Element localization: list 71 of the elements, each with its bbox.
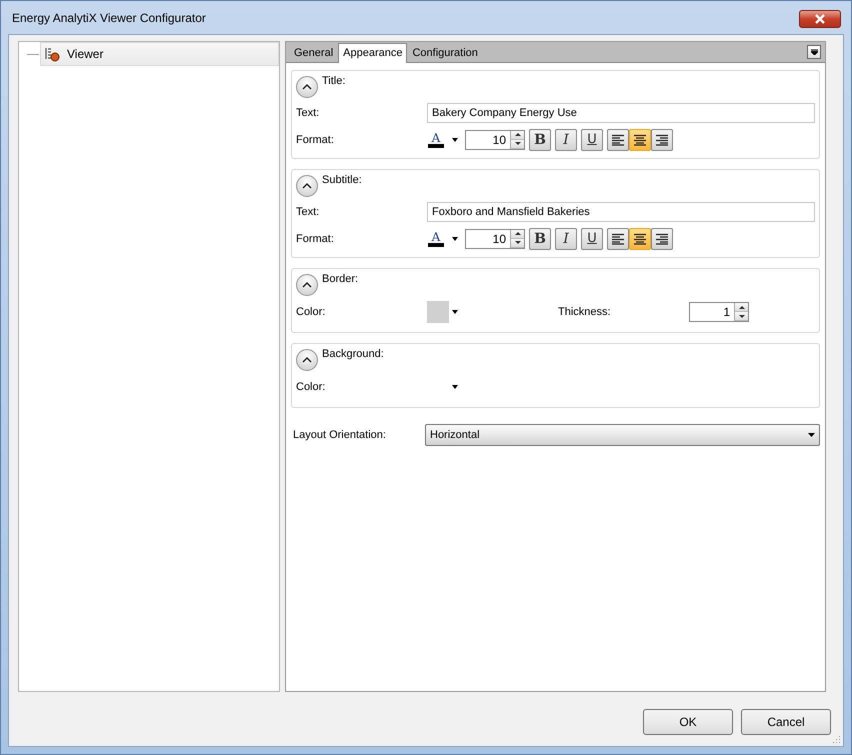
field-label: Layout Orientation: [293, 429, 387, 441]
align-button[interactable] [651, 128, 673, 150]
style-button[interactable]: B [529, 228, 551, 250]
field-label: Text: [296, 106, 320, 118]
font-size-field[interactable]: 10 [465, 228, 525, 248]
thickness-field[interactable]: 1 [689, 302, 749, 322]
dropdown-arrow-icon [808, 433, 815, 437]
spin-up-icon[interactable] [514, 232, 520, 235]
tab[interactable]: Appearance [338, 43, 408, 63]
field-label: Format: [296, 232, 335, 244]
chevron-icon [302, 183, 312, 189]
resize-grip-icon[interactable] [831, 734, 841, 744]
align-right-icon [655, 134, 669, 146]
style-button[interactable]: U [581, 128, 603, 150]
style-button[interactable]: U [581, 228, 603, 250]
chevron-icon [302, 282, 312, 288]
spin-down-icon[interactable] [738, 314, 744, 318]
collapse-button[interactable] [296, 274, 318, 296]
field-label: Color: [296, 381, 326, 393]
section-title: Subtitle: [322, 174, 362, 186]
dropdown-arrow-icon[interactable] [452, 138, 458, 142]
window-title: Energy AnalytiX Viewer Configurator [12, 10, 206, 24]
ok-button[interactable]: OK [643, 709, 733, 735]
align-center-icon [633, 134, 647, 146]
style-button[interactable]: I [555, 228, 577, 250]
font-color-button[interactable]: A [427, 226, 445, 250]
section-title: Background: [322, 348, 384, 360]
tab-menu-button[interactable] [807, 45, 821, 59]
text-field[interactable]: Bakery Company Energy Use [427, 102, 815, 122]
text-field[interactable]: Foxboro and Mansfield Bakeries [427, 202, 815, 222]
collapse-button[interactable] [296, 175, 318, 197]
dropdown-arrow-icon[interactable] [452, 236, 458, 240]
align-button[interactable] [651, 228, 673, 250]
close-button[interactable] [799, 10, 841, 28]
spin-down-icon[interactable] [514, 142, 520, 145]
style-button[interactable]: B [529, 128, 551, 150]
tab[interactable]: Configuration [407, 43, 483, 62]
align-right-icon [655, 232, 669, 244]
align-button[interactable] [607, 228, 629, 250]
style-button[interactable]: I [555, 128, 577, 150]
align-button[interactable] [629, 128, 651, 150]
spin-up-icon[interactable] [738, 306, 744, 308]
close-icon [813, 14, 827, 24]
field-label: Color: [296, 306, 326, 318]
font-size-field[interactable]: 10 [465, 130, 525, 150]
align-button[interactable] [607, 128, 629, 150]
dropdown-arrow-icon[interactable] [452, 310, 458, 314]
cancel-button[interactable]: Cancel [741, 709, 831, 735]
section-title: Title: [322, 75, 346, 87]
align-left-icon [611, 232, 625, 244]
tree-item[interactable]: Viewer [40, 42, 279, 66]
align-left-icon [611, 134, 625, 146]
align-button[interactable] [629, 228, 651, 250]
dropdown-arrow-icon[interactable] [452, 385, 458, 389]
caret-icon [810, 49, 818, 55]
field-label: Format: [296, 134, 335, 146]
font-color-button[interactable]: A [427, 128, 445, 152]
spin-up-icon[interactable] [514, 133, 520, 136]
chevron-icon [302, 357, 312, 363]
viewer-icon [44, 46, 60, 62]
tab[interactable]: General [289, 43, 338, 62]
align-center-icon [633, 232, 647, 244]
orientation-dropdown[interactable]: Horizontal [425, 424, 820, 446]
section-title: Border: [322, 273, 358, 285]
field-label: Thickness: [558, 306, 612, 318]
field-label: Text: [296, 206, 320, 218]
spin-down-icon[interactable] [514, 241, 520, 244]
collapse-button[interactable] [296, 76, 318, 98]
chevron-icon [302, 84, 312, 90]
color-swatch[interactable] [427, 301, 449, 323]
collapse-button[interactable] [296, 349, 318, 371]
